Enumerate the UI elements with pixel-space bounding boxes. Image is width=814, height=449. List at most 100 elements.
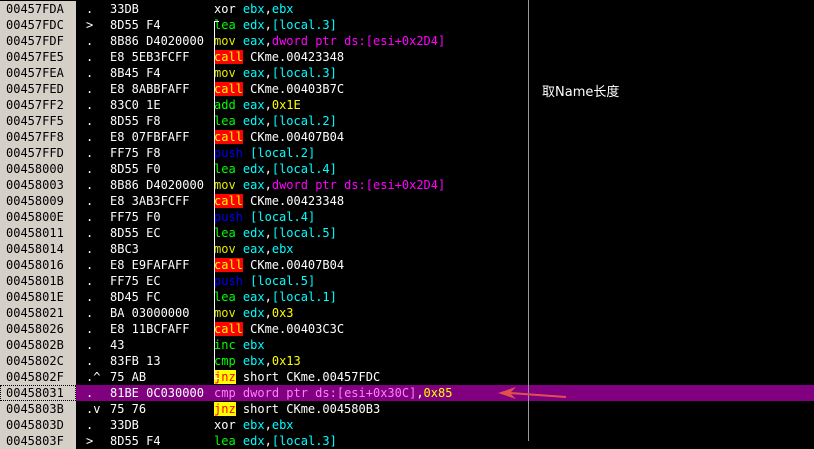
address-cell[interactable]: 00458031 [0,385,76,401]
instruction-row[interactable]: 00457FED. E8 8ABBFAFF call CKme.00403B7C [0,81,814,97]
hex-bytes-cell[interactable]: 33DB [110,1,208,17]
instruction-row[interactable]: 00458000. 8D55 F0 lea edx,[local.4] [0,161,814,177]
hex-bytes-cell[interactable]: 8D55 F4 [110,17,208,33]
hex-bytes-cell[interactable]: BA 03000000 [110,305,208,321]
hex-bytes-cell[interactable]: FF75 F0 [110,209,208,225]
address-cell[interactable]: 0045802C [0,353,76,369]
instruction-cell[interactable]: jnz short CKme.004580B3 [214,401,524,417]
instruction-row[interactable]: 0045803D. 33DB xor ebx,ebx [0,417,814,433]
hex-bytes-cell[interactable]: 81BE 0C030000 [110,385,208,401]
instruction-cell[interactable]: push [local.5] [214,273,524,289]
instruction-row[interactable]: 00457FE5. E8 5EB3FCFF call CKme.00423348 [0,49,814,65]
hex-bytes-cell[interactable]: 83FB 13 [110,353,208,369]
hex-bytes-cell[interactable]: 8D55 F8 [110,113,208,129]
address-cell[interactable]: 00457FEA [0,65,76,81]
instruction-row[interactable]: 00457FDC >8D55 F4 lea edx,[local.3] [0,17,814,33]
instruction-row[interactable]: 0045801B. FF75 EC push [local.5] [0,273,814,289]
address-cell[interactable]: 00457FDF [0,33,76,49]
instruction-cell[interactable]: call CKme.00403B7C [214,81,524,97]
instruction-cell[interactable]: inc ebx [214,337,524,353]
hex-bytes-cell[interactable]: FF75 F8 [110,145,208,161]
hex-bytes-cell[interactable]: 8B86 D4020000 [110,33,208,49]
instruction-row[interactable]: 00458003. 8B86 D4020000 mov eax,dword ptr … [0,177,814,193]
address-cell[interactable]: 00457FF8 [0,129,76,145]
hex-bytes-cell[interactable]: 83C0 1E [110,97,208,113]
instruction-row[interactable]: 0045803B .v 75 76 jnz short CKme.004580B3 [0,401,814,417]
instruction-row[interactable]: 00458016. E8 E9FAFAFF call CKme.00407B04 [0,257,814,273]
instruction-cell[interactable]: call CKme.00403C3C [214,321,524,337]
instruction-cell[interactable]: xor ebx,ebx [214,417,524,433]
hex-bytes-cell[interactable]: 8B45 F4 [110,65,208,81]
hex-bytes-cell[interactable]: 8D45 FC [110,289,208,305]
instruction-cell[interactable]: call CKme.00407B04 [214,257,524,273]
address-cell[interactable]: 00458000 [0,161,76,177]
instruction-cell[interactable]: lea edx,[local.5] [214,225,524,241]
instruction-cell[interactable]: cmp dword ptr ds:[esi+0x30C],0x85 [214,385,524,401]
disassembly-view[interactable]: 00457FDA. 33DB xor ebx,ebx 00457FDC >8D55 F4… [0,0,814,449]
instruction-cell[interactable]: mov eax,ebx [214,241,524,257]
instruction-cell[interactable]: lea edx,[local.2] [214,113,524,129]
instruction-row[interactable]: 00458009. E8 3AB3FCFF call CKme.00423348 [0,193,814,209]
instruction-cell[interactable]: lea edx,[local.4] [214,161,524,177]
address-cell[interactable]: 00457FDA [0,1,76,17]
hex-bytes-cell[interactable]: 8D55 EC [110,225,208,241]
address-cell[interactable]: 00457FED [0,81,76,97]
instruction-cell[interactable]: lea edx,[local.3] [214,433,524,449]
hex-bytes-cell[interactable]: E8 5EB3FCFF [110,49,208,65]
hex-bytes-cell[interactable]: E8 8ABBFAFF [110,81,208,97]
instruction-row[interactable]: 00457FEA. 8B45 F4 mov eax,[local.3] [0,65,814,81]
instruction-cell[interactable]: lea eax,[local.1] [214,289,524,305]
instruction-row[interactable]: 0045802C. 83FB 13 cmp ebx,0x13 [0,353,814,369]
instruction-row[interactable]: 00457FF8. E8 07FBFAFF call CKme.00407B04 [0,129,814,145]
instruction-row[interactable]: 0045802B. 43 inc ebx [0,337,814,353]
instruction-row[interactable]: 00458021. BA 03000000 mov edx,0x3 [0,305,814,321]
address-cell[interactable]: 00457FE5 [0,49,76,65]
instruction-cell[interactable]: call CKme.00423348 [214,49,524,65]
hex-bytes-cell[interactable]: 75 76 [110,401,208,417]
instruction-row-selected[interactable]: 00458031. 81BE 0C030000 cmp dword ptr ds:[… [0,385,814,401]
address-cell[interactable]: 00457FF2 [0,97,76,113]
address-cell[interactable]: 0045802F [0,369,76,385]
address-cell[interactable]: 0045800E [0,209,76,225]
instruction-row[interactable]: 00458011. 8D55 EC lea edx,[local.5] [0,225,814,241]
hex-bytes-cell[interactable]: 75 AB [110,369,208,385]
hex-bytes-cell[interactable]: E8 07FBFAFF [110,129,208,145]
address-cell[interactable]: 00458021 [0,305,76,321]
instruction-cell[interactable]: call CKme.00407B04 [214,129,524,145]
instruction-row[interactable]: 00458026. E8 11BCFAFF call CKme.00403C3C [0,321,814,337]
address-cell[interactable]: 0045802B [0,337,76,353]
instruction-cell[interactable]: mov eax,dword ptr ds:[esi+0x2D4] [214,177,524,193]
address-cell[interactable]: 0045803D [0,417,76,433]
address-cell[interactable]: 00458003 [0,177,76,193]
hex-bytes-cell[interactable]: 33DB [110,417,208,433]
hex-bytes-cell[interactable]: 8BC3 [110,241,208,257]
hex-bytes-cell[interactable]: E8 E9FAFAFF [110,257,208,273]
instruction-cell[interactable]: cmp ebx,0x13 [214,353,524,369]
address-cell[interactable]: 00458011 [0,225,76,241]
address-cell[interactable]: 0045803F [0,433,76,449]
instruction-cell[interactable]: jnz short CKme.00457FDC [214,369,524,385]
hex-bytes-cell[interactable]: 8D55 F0 [110,161,208,177]
hex-bytes-cell[interactable]: E8 3AB3FCFF [110,193,208,209]
instruction-row[interactable]: 0045801E. 8D45 FC lea eax,[local.1] [0,289,814,305]
instruction-cell[interactable]: xor ebx,ebx [214,1,524,17]
address-cell[interactable]: 0045801E [0,289,76,305]
address-cell[interactable]: 00458026 [0,321,76,337]
address-cell[interactable]: 0045801B [0,273,76,289]
instruction-cell[interactable]: lea edx,[local.3] [214,17,524,33]
hex-bytes-cell[interactable]: 43 [110,337,208,353]
instruction-row[interactable]: 0045800E. FF75 F0 push [local.4] [0,209,814,225]
address-cell[interactable]: 00457FFD [0,145,76,161]
address-cell[interactable]: 00458009 [0,193,76,209]
instruction-row[interactable]: 00457FF2. 83C0 1E add eax,0x1E [0,97,814,113]
instruction-row[interactable]: 0045803F >8D55 F4 lea edx,[local.3] [0,433,814,449]
address-cell[interactable]: 00458016 [0,257,76,273]
instruction-cell[interactable]: push [local.2] [214,145,524,161]
instruction-row[interactable]: 0045802F .^ 75 AB jnz short CKme.00457FDC [0,369,814,385]
address-cell[interactable]: 00457FF5 [0,113,76,129]
instruction-cell[interactable]: add eax,0x1E [214,97,524,113]
instruction-cell[interactable]: mov eax,dword ptr ds:[esi+0x2D4] [214,33,524,49]
instruction-row[interactable]: 00457FF5. 8D55 F8 lea edx,[local.2] [0,113,814,129]
hex-bytes-cell[interactable]: E8 11BCFAFF [110,321,208,337]
address-cell[interactable]: 00458014 [0,241,76,257]
